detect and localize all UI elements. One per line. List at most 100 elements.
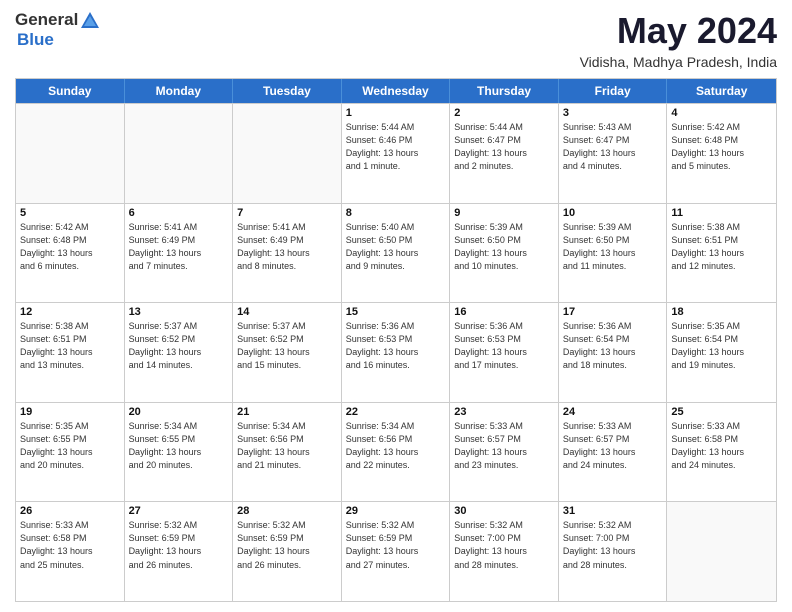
calendar-day-13: 13 Sunrise: 5:37 AM Sunset: 6:52 PM Dayli…	[125, 303, 234, 402]
logo-general: General	[15, 10, 78, 30]
day-info: Sunrise: 5:37 AM Sunset: 6:52 PM Dayligh…	[129, 320, 229, 372]
calendar-day-27: 27Sunrise: 5:32 AM Sunset: 6:59 PM Dayli…	[125, 502, 234, 601]
calendar-week-2: 5Sunrise: 5:42 AM Sunset: 6:48 PM Daylig…	[16, 203, 776, 303]
day-of-week-thursday: Thursday	[450, 79, 559, 103]
day-info: Sunrise: 5:44 AM Sunset: 6:46 PM Dayligh…	[346, 121, 446, 173]
day-info: Sunrise: 5:32 AM Sunset: 7:00 PM Dayligh…	[563, 519, 663, 571]
header: General Blue May 2024 Vidisha, Madhya Pr…	[15, 10, 777, 70]
calendar-week-1: 1 Sunrise: 5:44 AM Sunset: 6:46 PM Daylig…	[16, 103, 776, 203]
day-info: Sunrise: 5:39 AM Sunset: 6:50 PM Dayligh…	[454, 221, 554, 273]
calendar-day-7: 7 Sunrise: 5:41 AM Sunset: 6:49 PM Daylig…	[233, 204, 342, 303]
day-number: 29	[346, 505, 446, 517]
calendar-day-empty	[16, 104, 125, 203]
day-info: Sunrise: 5:36 AM Sunset: 6:54 PM Dayligh…	[563, 320, 663, 372]
logo: General Blue	[15, 10, 102, 50]
day-number: 6	[129, 207, 229, 219]
day-number: 3	[563, 107, 663, 119]
calendar-day-15: 15Sunrise: 5:36 AM Sunset: 6:53 PM Dayli…	[342, 303, 451, 402]
day-of-week-friday: Friday	[559, 79, 668, 103]
day-number: 13	[129, 306, 229, 318]
calendar-day-6: 6 Sunrise: 5:41 AM Sunset: 6:49 PM Daylig…	[125, 204, 234, 303]
calendar-header: SundayMondayTuesdayWednesdayThursdayFrid…	[16, 79, 776, 103]
calendar-day-18: 18 Sunrise: 5:35 AM Sunset: 6:54 PM Dayli…	[667, 303, 776, 402]
day-number: 2	[454, 107, 554, 119]
calendar-day-8: 8Sunrise: 5:40 AM Sunset: 6:50 PM Daylig…	[342, 204, 451, 303]
day-info: Sunrise: 5:32 AM Sunset: 6:59 PM Dayligh…	[129, 519, 229, 571]
calendar-day-19: 19Sunrise: 5:35 AM Sunset: 6:55 PM Dayli…	[16, 403, 125, 502]
day-info: Sunrise: 5:34 AM Sunset: 6:56 PM Dayligh…	[237, 420, 337, 472]
calendar-day-26: 26 Sunrise: 5:33 AM Sunset: 6:58 PM Dayli…	[16, 502, 125, 601]
day-of-week-wednesday: Wednesday	[342, 79, 451, 103]
day-number: 25	[671, 406, 772, 418]
day-number: 28	[237, 505, 337, 517]
calendar-day-30: 30 Sunrise: 5:32 AM Sunset: 7:00 PM Dayli…	[450, 502, 559, 601]
day-number: 17	[563, 306, 663, 318]
calendar-body: 1 Sunrise: 5:44 AM Sunset: 6:46 PM Daylig…	[16, 103, 776, 601]
day-number: 30	[454, 505, 554, 517]
day-info: Sunrise: 5:36 AM Sunset: 6:53 PM Dayligh…	[454, 320, 554, 372]
day-number: 26	[20, 505, 120, 517]
day-info: Sunrise: 5:40 AM Sunset: 6:50 PM Dayligh…	[346, 221, 446, 273]
calendar-day-empty	[233, 104, 342, 203]
day-number: 21	[237, 406, 337, 418]
day-info: Sunrise: 5:39 AM Sunset: 6:50 PM Dayligh…	[563, 221, 663, 273]
day-number: 7	[237, 207, 337, 219]
day-info: Sunrise: 5:43 AM Sunset: 6:47 PM Dayligh…	[563, 121, 663, 173]
calendar-day-14: 14 Sunrise: 5:37 AM Sunset: 6:52 PM Dayli…	[233, 303, 342, 402]
calendar-day-22: 22Sunrise: 5:34 AM Sunset: 6:56 PM Dayli…	[342, 403, 451, 502]
day-of-week-tuesday: Tuesday	[233, 79, 342, 103]
day-info: Sunrise: 5:33 AM Sunset: 6:58 PM Dayligh…	[671, 420, 772, 472]
day-info: Sunrise: 5:33 AM Sunset: 6:58 PM Dayligh…	[20, 519, 120, 571]
day-info: Sunrise: 5:38 AM Sunset: 6:51 PM Dayligh…	[20, 320, 120, 372]
calendar-day-25: 25 Sunrise: 5:33 AM Sunset: 6:58 PM Dayli…	[667, 403, 776, 502]
day-info: Sunrise: 5:34 AM Sunset: 6:55 PM Dayligh…	[129, 420, 229, 472]
calendar-day-16: 16 Sunrise: 5:36 AM Sunset: 6:53 PM Dayli…	[450, 303, 559, 402]
day-info: Sunrise: 5:33 AM Sunset: 6:57 PM Dayligh…	[454, 420, 554, 472]
day-info: Sunrise: 5:33 AM Sunset: 6:57 PM Dayligh…	[563, 420, 663, 472]
day-info: Sunrise: 5:42 AM Sunset: 6:48 PM Dayligh…	[671, 121, 772, 173]
day-info: Sunrise: 5:35 AM Sunset: 6:54 PM Dayligh…	[671, 320, 772, 372]
day-info: Sunrise: 5:38 AM Sunset: 6:51 PM Dayligh…	[671, 221, 772, 273]
calendar-day-24: 24 Sunrise: 5:33 AM Sunset: 6:57 PM Dayli…	[559, 403, 668, 502]
day-info: Sunrise: 5:44 AM Sunset: 6:47 PM Dayligh…	[454, 121, 554, 173]
calendar-day-1: 1 Sunrise: 5:44 AM Sunset: 6:46 PM Daylig…	[342, 104, 451, 203]
day-of-week-sunday: Sunday	[16, 79, 125, 103]
calendar-day-28: 28 Sunrise: 5:32 AM Sunset: 6:59 PM Dayli…	[233, 502, 342, 601]
calendar-day-23: 23 Sunrise: 5:33 AM Sunset: 6:57 PM Dayli…	[450, 403, 559, 502]
calendar-day-10: 10 Sunrise: 5:39 AM Sunset: 6:50 PM Dayli…	[559, 204, 668, 303]
calendar-day-3: 3 Sunrise: 5:43 AM Sunset: 6:47 PM Daylig…	[559, 104, 668, 203]
day-number: 19	[20, 406, 120, 418]
day-number: 22	[346, 406, 446, 418]
day-number: 11	[671, 207, 772, 219]
day-number: 9	[454, 207, 554, 219]
calendar-day-31: 31Sunrise: 5:32 AM Sunset: 7:00 PM Dayli…	[559, 502, 668, 601]
day-number: 1	[346, 107, 446, 119]
day-number: 18	[671, 306, 772, 318]
day-info: Sunrise: 5:32 AM Sunset: 6:59 PM Dayligh…	[237, 519, 337, 571]
day-info: Sunrise: 5:32 AM Sunset: 6:59 PM Dayligh…	[346, 519, 446, 571]
calendar-week-5: 26 Sunrise: 5:33 AM Sunset: 6:58 PM Dayli…	[16, 501, 776, 601]
day-info: Sunrise: 5:37 AM Sunset: 6:52 PM Dayligh…	[237, 320, 337, 372]
calendar-day-empty	[125, 104, 234, 203]
calendar-day-empty	[667, 502, 776, 601]
calendar-day-21: 21 Sunrise: 5:34 AM Sunset: 6:56 PM Dayli…	[233, 403, 342, 502]
page: General Blue May 2024 Vidisha, Madhya Pr…	[0, 0, 792, 612]
logo-blue: Blue	[17, 30, 54, 49]
calendar-day-5: 5Sunrise: 5:42 AM Sunset: 6:48 PM Daylig…	[16, 204, 125, 303]
day-number: 14	[237, 306, 337, 318]
day-number: 5	[20, 207, 120, 219]
day-number: 12	[20, 306, 120, 318]
day-info: Sunrise: 5:41 AM Sunset: 6:49 PM Dayligh…	[237, 221, 337, 273]
calendar-day-11: 11 Sunrise: 5:38 AM Sunset: 6:51 PM Dayli…	[667, 204, 776, 303]
day-number: 24	[563, 406, 663, 418]
day-number: 23	[454, 406, 554, 418]
calendar-week-3: 12 Sunrise: 5:38 AM Sunset: 6:51 PM Dayli…	[16, 302, 776, 402]
day-number: 10	[563, 207, 663, 219]
day-number: 4	[671, 107, 772, 119]
day-number: 16	[454, 306, 554, 318]
title-block: May 2024 Vidisha, Madhya Pradesh, India	[580, 10, 777, 70]
calendar-day-12: 12 Sunrise: 5:38 AM Sunset: 6:51 PM Dayli…	[16, 303, 125, 402]
day-info: Sunrise: 5:41 AM Sunset: 6:49 PM Dayligh…	[129, 221, 229, 273]
day-info: Sunrise: 5:32 AM Sunset: 7:00 PM Dayligh…	[454, 519, 554, 571]
calendar-day-17: 17 Sunrise: 5:36 AM Sunset: 6:54 PM Dayli…	[559, 303, 668, 402]
